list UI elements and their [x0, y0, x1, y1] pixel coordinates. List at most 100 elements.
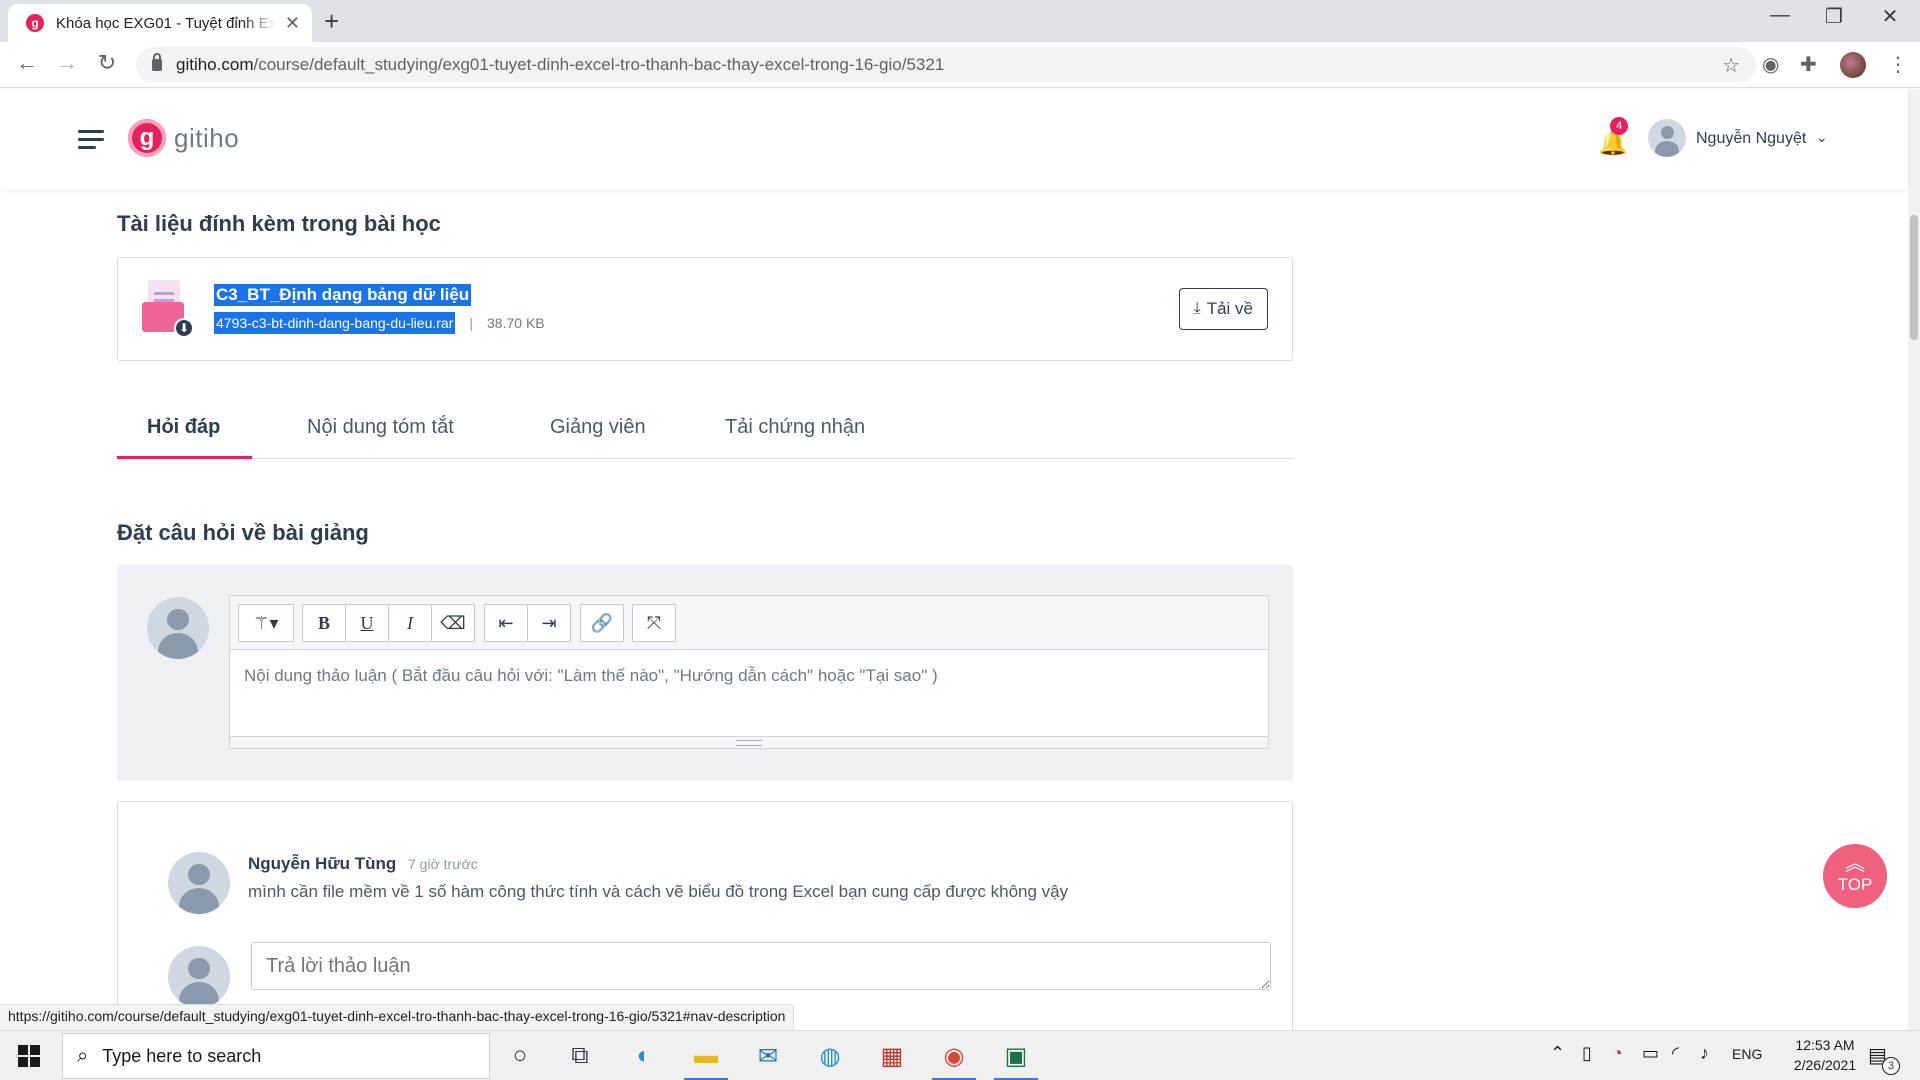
question-editor[interactable]: ⚚▾ B U I ⌫ ⇤ ⇥ 🔗 ⤧ Nội dung thảo luận ( … [229, 595, 1269, 749]
file-download-icon: ⬇ [142, 280, 194, 338]
eraser-icon[interactable]: ⌫ [431, 604, 475, 642]
discussion-card: Nguyễn Hữu Tùng 7 giờ trước mình cần fil… [117, 801, 1293, 1030]
tab-noi-dung-tom-tat[interactable]: Nội dung tóm tắt [307, 395, 454, 459]
taskbar-search-input[interactable]: ⌕ Type here to search [62, 1033, 490, 1079]
active-tab-indicator [117, 456, 252, 459]
forward-icon[interactable]: → [52, 50, 82, 76]
excel-icon[interactable]: ▣ [994, 1039, 1038, 1080]
tab-close-icon[interactable]: ✕ [285, 13, 300, 34]
edge-icon[interactable]: ◐ [624, 1039, 664, 1073]
attachments-title: Tài liệu đính kèm trong bài học [117, 211, 441, 236]
windows-taskbar: ⌕ Type here to search ○ ⧉ ◐ ▬ ✉ ◍ ▦ ◉ ▣ … [0, 1030, 1920, 1080]
site-header: g gitiho 🔔 4 Nguyễn Nguyệt ⌄ [0, 89, 1908, 189]
gitiho-logo[interactable]: g gitiho [128, 119, 239, 157]
extension-icon[interactable]: ◉ [1762, 52, 1779, 77]
minimize-icon[interactable]: — [1752, 4, 1808, 27]
app-blue-icon[interactable]: ◍ [810, 1039, 850, 1073]
bold-button[interactable]: B [302, 604, 346, 642]
editor-toolbar: ⚚▾ B U I ⌫ ⇤ ⇥ 🔗 ⤧ [230, 596, 1268, 650]
tray-chevron-up-icon[interactable]: ⌃ [1550, 1043, 1565, 1064]
new-tab-icon[interactable]: + [324, 6, 339, 37]
battery-icon[interactable]: ▭ [1642, 1043, 1659, 1064]
windows-start-icon[interactable] [18, 1045, 40, 1067]
tab-title: Khóa học EXG01 - Tuyệt đỉnh Excel - Trở … [56, 14, 276, 32]
scroll-thumb[interactable] [1910, 215, 1918, 340]
avatar [168, 852, 230, 914]
language-indicator[interactable]: ENG [1732, 1046, 1762, 1062]
back-to-top-button[interactable]: ︽ TOP [1823, 844, 1887, 908]
cortana-icon[interactable]: ○ [500, 1039, 540, 1073]
tab-tai-chung-nhan[interactable]: Tải chứng nhận [725, 395, 865, 459]
fullscreen-icon[interactable]: ⤧ [632, 604, 676, 642]
clock-date: 2/26/2021 [1793, 1057, 1857, 1073]
outdent-icon[interactable]: ⇤ [484, 604, 528, 642]
editor-placeholder: Nội dung thảo luận ( Bắt đầu câu hỏi với… [244, 666, 938, 685]
mail-icon[interactable]: ✉ [748, 1039, 788, 1073]
file-separator: | [469, 315, 474, 331]
app-red-icon[interactable]: ▦ [872, 1039, 912, 1073]
file-archive-name[interactable]: 4793-c3-bt-dinh-dang-bang-du-lieu.rar [214, 312, 456, 334]
tab-hoi-dap[interactable]: Hỏi đáp [147, 395, 220, 459]
file-explorer-icon[interactable]: ▬ [684, 1039, 728, 1080]
url-host: gitiho.com [176, 55, 254, 74]
download-button[interactable]: ⤓ Tải về [1178, 288, 1268, 330]
avatar [147, 597, 209, 659]
chevron-down-icon[interactable]: ⌄ [1816, 129, 1828, 146]
task-view-icon[interactable]: ⧉ [560, 1039, 600, 1073]
logo-text: gitiho [174, 122, 240, 153]
window-close-icon[interactable]: ✕ [1862, 4, 1918, 29]
browser-tab[interactable]: g Khóa học EXG01 - Tuyệt đỉnh Excel - Tr… [8, 4, 312, 42]
taskbar-clock[interactable]: 12:53 AM 2/26/2021 [1770, 1035, 1880, 1075]
browser-profile-avatar[interactable] [1840, 52, 1866, 78]
indent-icon[interactable]: ⇥ [527, 604, 571, 642]
ask-question-panel: ⚚▾ B U I ⌫ ⇤ ⇥ 🔗 ⤧ Nội dung thảo luận ( … [117, 565, 1293, 781]
hamburger-menu-icon[interactable] [78, 130, 104, 154]
back-icon[interactable]: ← [12, 50, 42, 76]
restore-icon[interactable]: ❐ [1806, 4, 1862, 29]
top-label: TOP [1837, 875, 1873, 894]
action-center-count: 3 [1882, 1057, 1900, 1075]
double-chevron-up-icon: ︽ [1845, 853, 1865, 875]
chrome-icon[interactable]: ◉ [932, 1039, 976, 1080]
browser-menu-icon[interactable]: ⋮ [1888, 52, 1908, 77]
address-bar: ← → ↻ gitiho.com/course/default_studying… [0, 42, 1920, 88]
tray-security-icon[interactable]: ◔ [1612, 1043, 1623, 1064]
download-label: Tải về [1206, 299, 1253, 318]
italic-button[interactable]: I [388, 604, 432, 642]
file-meta: 4793-c3-bt-dinh-dang-bang-du-lieu.rar | … [214, 312, 545, 334]
url-text: gitiho.com/course/default_studying/exg01… [176, 55, 944, 75]
lock-icon[interactable] [152, 53, 162, 71]
link-icon[interactable]: 🔗 [580, 604, 624, 642]
bookmark-star-icon[interactable]: ☆ [1722, 53, 1740, 78]
url-input[interactable]: gitiho.com/course/default_studying/exg01… [136, 47, 1756, 83]
volume-icon[interactable]: ♪ [1700, 1043, 1709, 1064]
notification-badge: 4 [1610, 117, 1628, 135]
browser-tab-bar: g Khóa học EXG01 - Tuyệt đỉnh Excel - Tr… [0, 0, 1920, 42]
ask-title: Đặt câu hỏi về bài giảng [117, 520, 369, 545]
tray-app-icon[interactable]: ▯ [1582, 1043, 1592, 1064]
puzzle-icon[interactable]: ✚ [1800, 52, 1817, 77]
attachment-card: ⬇ C3_BT_Định dạng bảng dữ liệu 4793-c3-b… [117, 257, 1293, 361]
user-name[interactable]: Nguyễn Nguyệt [1696, 130, 1806, 148]
underline-button[interactable]: U [345, 604, 389, 642]
gitiho-favicon-icon: g [26, 14, 44, 32]
editor-resize-handle[interactable] [230, 736, 1268, 748]
comment-time: 7 giờ trước [408, 856, 478, 872]
url-path: /course/default_studying/exg01-tuyet-din… [253, 55, 945, 74]
download-icon: ⤓ [1193, 300, 1201, 317]
file-name[interactable]: C3_BT_Định dạng bảng dữ liệu [214, 284, 472, 306]
search-icon: ⌕ [77, 1044, 89, 1067]
search-placeholder: Type here to search [102, 1045, 262, 1066]
status-url: https://gitiho.com/course/default_studyi… [0, 1004, 795, 1030]
avatar [168, 946, 230, 1008]
page-scrollbar[interactable] [1908, 89, 1920, 1030]
gitiho-logo-icon: g [128, 119, 166, 157]
tab-giang-vien[interactable]: Giảng viên [550, 395, 646, 459]
wifi-icon[interactable]: ◜ [1672, 1043, 1679, 1064]
reload-icon[interactable]: ↻ [92, 50, 122, 76]
comment-text: mình cần file mềm về 1 số hàm công thức … [248, 882, 1069, 901]
reply-input[interactable] [251, 942, 1271, 990]
magic-style-icon[interactable]: ⚚▾ [238, 604, 294, 642]
comment-author[interactable]: Nguyễn Hữu Tùng [248, 854, 396, 874]
user-avatar[interactable] [1648, 119, 1686, 157]
